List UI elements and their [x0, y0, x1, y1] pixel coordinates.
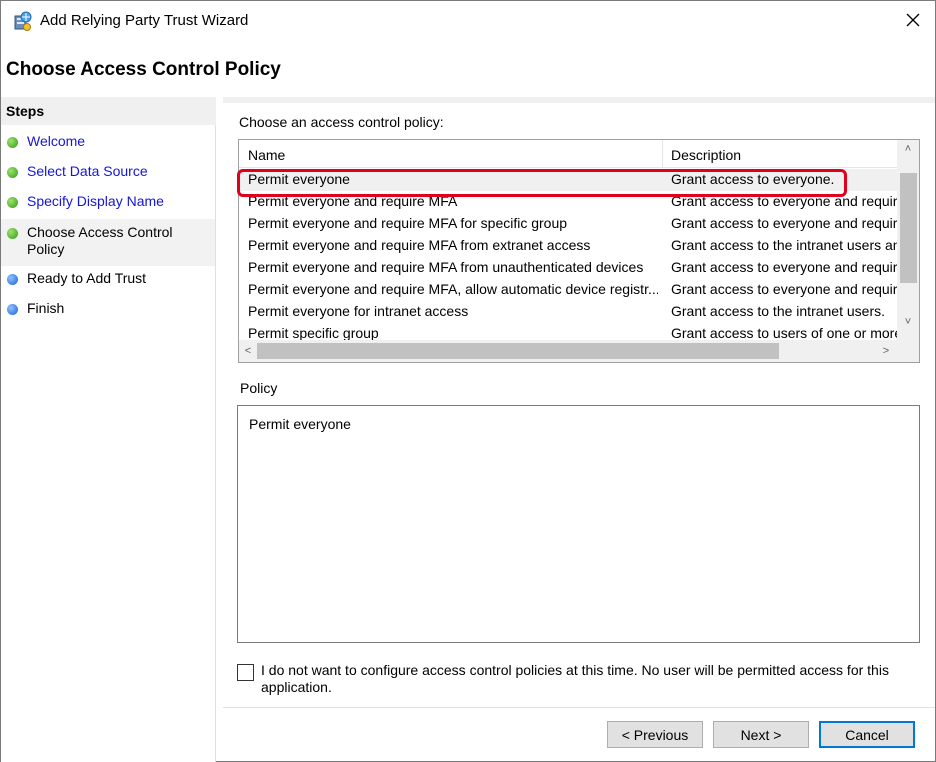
- policy-preview: Permit everyone: [237, 405, 920, 643]
- list-header: Name Description: [239, 140, 897, 168]
- policy-description: Grant access to everyone and requir: [671, 259, 897, 275]
- policy-name: Permit everyone and require MFA: [248, 193, 458, 209]
- policy-row[interactable]: Permit everyone and require MFA Grant ac…: [239, 191, 897, 213]
- step-label[interactable]: Select Data Source: [27, 163, 148, 180]
- close-icon: [905, 12, 921, 31]
- step-select-data-source[interactable]: Select Data Source: [1, 163, 215, 180]
- horizontal-scroll-thumb[interactable]: [257, 343, 779, 359]
- step-ready-to-add-trust: Ready to Add Trust: [1, 270, 215, 287]
- column-header-name[interactable]: Name: [248, 147, 285, 163]
- step-label: Ready to Add Trust: [27, 270, 147, 286]
- policy-description: Grant access to the intranet users an: [671, 237, 897, 253]
- column-divider[interactable]: [662, 140, 663, 168]
- scroll-down-button[interactable]: ˅: [897, 313, 919, 331]
- title-bar: Add Relying Party Trust Wizard: [1, 1, 935, 41]
- policy-row[interactable]: Permit everyone Grant access to everyone…: [239, 169, 897, 191]
- choose-policy-label: Choose an access control policy:: [239, 114, 444, 130]
- step-pending-icon: [7, 274, 18, 285]
- skip-policy-label[interactable]: I do not want to configure access contro…: [261, 662, 927, 696]
- policy-name: Permit everyone and require MFA for spec…: [248, 215, 568, 231]
- policy-description: Grant access to everyone.: [671, 171, 835, 187]
- content-panel: Choose an access control policy: Name De…: [223, 97, 936, 762]
- vertical-scrollbar[interactable]: ˄ ˅: [897, 140, 919, 340]
- policy-list[interactable]: Name Description Permit everyone Grant a…: [238, 139, 920, 363]
- scroll-right-button[interactable]: ˃: [877, 340, 895, 362]
- step-choose-access-control-policy: Choose Access Control Policy: [1, 219, 215, 266]
- server-trust-icon: [11, 10, 33, 32]
- step-specify-display-name[interactable]: Specify Display Name: [1, 193, 215, 210]
- step-done-icon: [7, 197, 18, 208]
- vertical-scroll-thumb[interactable]: [900, 173, 917, 283]
- step-label[interactable]: Welcome: [27, 133, 85, 150]
- policy-description: Grant access to the intranet users.: [671, 303, 885, 319]
- previous-button[interactable]: < Previous: [607, 721, 703, 748]
- policy-description: Grant access to everyone and requir: [671, 193, 897, 209]
- step-label[interactable]: Specify Display Name: [27, 193, 164, 210]
- policy-name: Permit everyone and require MFA, allow a…: [248, 281, 658, 297]
- chevron-up-icon: ˄: [904, 143, 912, 155]
- policy-row[interactable]: Permit everyone and require MFA, allow a…: [239, 279, 897, 301]
- policy-row[interactable]: Permit everyone for intranet access Gran…: [239, 301, 897, 323]
- policy-preview-text: Permit everyone: [249, 416, 351, 432]
- page-title: Choose Access Control Policy: [6, 59, 281, 80]
- policy-label: Policy: [240, 380, 278, 396]
- policy-row[interactable]: Permit everyone and require MFA from ext…: [239, 235, 897, 257]
- step-finish: Finish: [1, 300, 215, 317]
- policy-name: Permit specific group: [248, 325, 379, 341]
- wizard-window: Add Relying Party Trust Wizard Choose Ac…: [0, 0, 936, 762]
- cancel-button[interactable]: Cancel: [819, 721, 915, 748]
- steps-title: Steps: [1, 97, 216, 125]
- step-label: Finish: [27, 300, 65, 316]
- step-pending-icon: [7, 304, 18, 315]
- policy-name: Permit everyone: [248, 171, 350, 187]
- skip-policy-option[interactable]: I do not want to configure access contro…: [237, 662, 927, 696]
- content-top-strip: [223, 97, 935, 103]
- window-title: Add Relying Party Trust Wizard: [40, 12, 249, 29]
- next-button[interactable]: Next >: [713, 721, 809, 748]
- step-welcome[interactable]: Welcome: [1, 133, 215, 150]
- policy-description: Grant access to everyone and requir: [671, 281, 897, 297]
- step-done-icon: [7, 137, 18, 148]
- close-button[interactable]: [899, 7, 927, 35]
- chevron-right-icon: ˃: [882, 345, 890, 357]
- policy-row[interactable]: Permit everyone and require MFA from una…: [239, 257, 897, 279]
- scrollbar-corner: [897, 340, 919, 362]
- chevron-down-icon: ˅: [904, 316, 912, 328]
- footer-divider: [223, 707, 935, 708]
- skip-policy-checkbox[interactable]: [237, 664, 254, 681]
- step-done-icon: [7, 167, 18, 178]
- chevron-left-icon: ˂: [244, 345, 252, 357]
- policy-description: Grant access to everyone and requir: [671, 215, 897, 231]
- scroll-up-button[interactable]: ˄: [897, 140, 919, 158]
- horizontal-scrollbar[interactable]: ˂ ˃: [239, 340, 897, 362]
- scroll-left-button[interactable]: ˂: [239, 340, 257, 362]
- policy-name: Permit everyone and require MFA from ext…: [248, 237, 591, 253]
- step-current-icon: [7, 228, 18, 239]
- policy-name: Permit everyone for intranet access: [248, 303, 469, 319]
- steps-sidebar: Steps Welcome Select Data Source Specify…: [1, 97, 216, 762]
- policy-name: Permit everyone and require MFA from una…: [248, 259, 644, 275]
- step-label: Choose Access Control Policy: [27, 224, 173, 257]
- policy-row[interactable]: Permit everyone and require MFA for spec…: [239, 213, 897, 235]
- policy-description: Grant access to users of one or more: [671, 325, 897, 341]
- column-header-description[interactable]: Description: [671, 147, 741, 163]
